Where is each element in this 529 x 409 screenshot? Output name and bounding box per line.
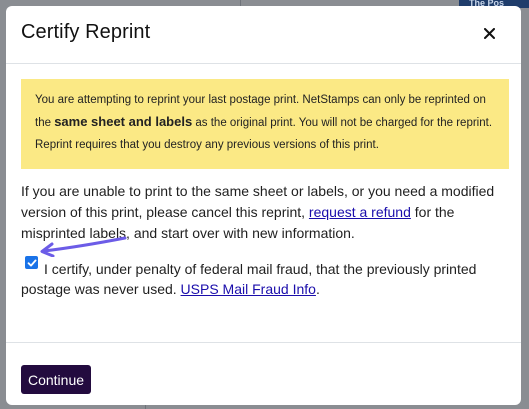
modal-header: Certify Reprint (6, 6, 521, 64)
certify-checkbox[interactable] (25, 256, 38, 269)
reprint-warning-alert: You are attempting to reprint your last … (21, 79, 509, 169)
continue-button[interactable]: Continue (21, 365, 91, 394)
certify-statement-end: . (315, 281, 320, 297)
alert-emphasis: same sheet and labels (54, 114, 193, 129)
modal-footer: Continue (6, 342, 521, 405)
close-icon (483, 26, 495, 44)
certify-statement: I certify, under penalty of federal mail… (21, 259, 511, 299)
close-button[interactable] (478, 24, 500, 46)
certify-reprint-modal: Certify Reprint You are attempting to re… (6, 6, 521, 405)
usps-mail-fraud-link[interactable]: USPS Mail Fraud Info (181, 281, 316, 297)
pointer-arrow-annotation (40, 236, 127, 257)
modal-title: Certify Reprint (21, 21, 151, 43)
request-refund-link[interactable]: request a refund (309, 204, 411, 220)
checkmark-icon (27, 259, 36, 266)
